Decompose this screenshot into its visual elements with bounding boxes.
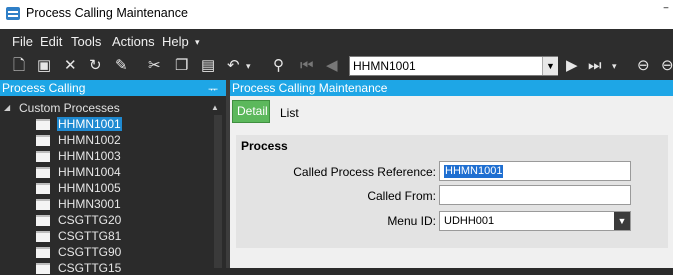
app-icon xyxy=(6,7,20,20)
scroll-up-icon[interactable]: ▲ xyxy=(211,103,219,112)
window-title: Process Calling Maintenance xyxy=(26,6,188,20)
process-node-icon xyxy=(36,183,50,194)
called-from-label: Called From: xyxy=(367,189,436,203)
tab-detail-label[interactable]: Detail xyxy=(237,104,268,118)
process-node-icon xyxy=(36,151,50,162)
process-node-icon xyxy=(36,199,50,210)
tree-item[interactable]: CSGTTG81 xyxy=(57,229,122,243)
menu-tools[interactable]: Tools xyxy=(71,34,101,49)
undo-icon[interactable]: ↶ xyxy=(227,56,240,76)
tree-item[interactable]: HHMN1005 xyxy=(57,181,122,195)
right-panel-title: Process Calling Maintenance xyxy=(232,81,388,95)
left-panel-title: Process Calling xyxy=(2,81,86,95)
process-node-icon xyxy=(36,135,50,146)
cut-icon[interactable]: ✂ xyxy=(148,56,161,76)
tree-item[interactable]: HHMN1001 xyxy=(57,117,122,131)
new-icon[interactable]: 🗋 xyxy=(13,56,25,76)
right-edge xyxy=(668,96,673,268)
pin-icon[interactable]: ᅲ xyxy=(208,81,218,97)
clear-icon[interactable]: ✎ xyxy=(115,56,128,76)
tree-root-custom-processes[interactable]: Custom Processes xyxy=(19,101,120,115)
refresh-icon[interactable]: ↻ xyxy=(89,56,102,76)
process-node-icon xyxy=(36,231,50,242)
menu-id-value: UDHH001 xyxy=(444,215,495,227)
menu-id-label: Menu ID: xyxy=(387,214,436,228)
copy-icon[interactable]: ❐ xyxy=(175,56,188,76)
forward-icon[interactable]: ⊖ xyxy=(661,56,673,76)
collapse-arrow-icon[interactable]: ◢ xyxy=(4,103,10,112)
tree-item[interactable]: CSGTTG15 xyxy=(57,261,122,275)
nav-dropdown-icon[interactable]: ▾ xyxy=(612,56,617,76)
menu-edit[interactable]: Edit xyxy=(40,34,62,49)
menu-overflow-icon[interactable]: ▾ xyxy=(195,37,200,48)
tree-item[interactable]: HHMN1002 xyxy=(57,133,122,147)
tree-item[interactable]: CSGTTG90 xyxy=(57,245,122,259)
tree-item[interactable]: HHMN3001 xyxy=(57,197,122,211)
binoculars-icon[interactable]: ⚲ xyxy=(273,56,284,76)
process-node-icon xyxy=(36,119,50,130)
menu-help[interactable]: Help xyxy=(162,34,189,49)
minimize-button[interactable]: ‾ xyxy=(664,6,668,20)
next-record-icon[interactable]: ▶ xyxy=(566,56,578,76)
menu-actions[interactable]: Actions xyxy=(112,34,155,49)
tree-item[interactable]: CSGTTG20 xyxy=(57,213,122,227)
delete-icon[interactable]: ✕ xyxy=(64,56,77,76)
tab-list[interactable]: List xyxy=(280,106,299,120)
process-node-icon xyxy=(36,263,50,274)
tree-item[interactable]: HHMN1004 xyxy=(57,165,122,179)
process-node-icon xyxy=(36,247,50,258)
save-icon[interactable]: ▣ xyxy=(37,56,51,76)
undo-dropdown-icon[interactable]: ▾ xyxy=(246,56,251,76)
tree-scrollbar[interactable] xyxy=(214,115,222,268)
called-process-reference-label: Called Process Reference: xyxy=(293,165,436,179)
called-process-reference-value: HHMN1001 xyxy=(444,165,504,178)
previous-record-icon[interactable]: ◀ xyxy=(326,56,338,76)
menu-file[interactable]: File xyxy=(12,34,33,49)
back-icon[interactable]: ⊖ xyxy=(637,56,650,76)
process-node-icon xyxy=(36,167,50,178)
tree-item[interactable]: HHMN1003 xyxy=(57,149,122,163)
first-record-icon[interactable]: ⏮ xyxy=(300,56,314,76)
last-record-icon[interactable]: ⏭ xyxy=(588,56,602,76)
called-from-field[interactable] xyxy=(439,185,631,205)
paste-icon[interactable]: ▤ xyxy=(201,56,215,76)
record-navigator-value: HHMN1001 xyxy=(353,59,416,73)
process-node-icon xyxy=(36,215,50,226)
chevron-down-icon[interactable]: ▼ xyxy=(542,57,558,75)
group-title: Process xyxy=(241,139,288,153)
chevron-down-icon[interactable]: ▼ xyxy=(614,212,630,230)
